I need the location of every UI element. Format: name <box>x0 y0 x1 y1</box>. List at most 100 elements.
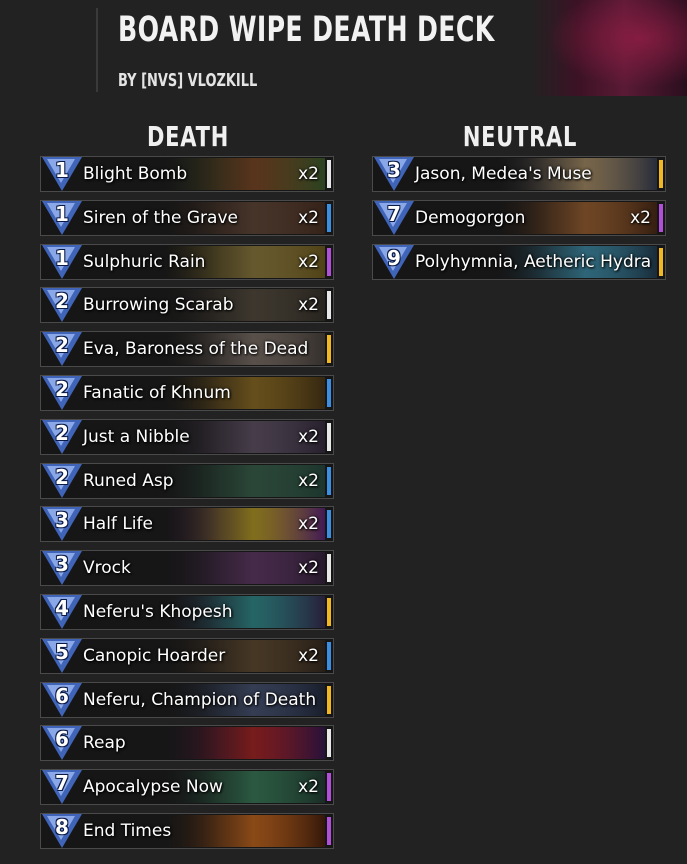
rarity-indicator <box>327 422 331 451</box>
card-row[interactable]: 2 Just a Nibble x2 <box>40 418 334 455</box>
card-row[interactable]: 3 Half Life x2 <box>40 506 334 543</box>
rarity-indicator <box>659 203 663 232</box>
card-name: Fanatic of Khnum <box>83 382 231 403</box>
rarity-indicator <box>327 729 331 758</box>
card-cost: 3 <box>55 508 69 533</box>
card-cost: 7 <box>387 201 401 226</box>
header-banner-image <box>531 0 687 96</box>
deck-header: BOARD WIPE DEATH DECK BY [NVS] VLOZKILL <box>0 0 687 100</box>
rarity-indicator <box>327 203 331 232</box>
card-name: End Times <box>83 820 172 841</box>
rarity-indicator <box>327 597 331 626</box>
card-row[interactable]: 3 Jason, Medea's Muse <box>372 156 666 192</box>
card-quantity: x2 <box>298 164 319 184</box>
card-row[interactable]: 7 Demogorgon x2 <box>372 199 666 236</box>
card-quantity: x2 <box>298 558 319 579</box>
card-quantity: x2 <box>298 207 319 228</box>
card-name: Apocalypse Now <box>83 777 223 798</box>
card-name: Siren of the Grave <box>83 207 238 228</box>
card-row[interactable]: 1 Blight Bomb x2 <box>40 156 334 192</box>
card-name: Reap <box>83 733 126 754</box>
card-cost: 7 <box>55 771 69 796</box>
card-cost: 8 <box>55 814 69 839</box>
neutral-card-list: 3 Jason, Medea's Muse 7 Demogorgon x2 9 Polyhy… <box>372 156 668 280</box>
card-name: Jason, Medea's Muse <box>415 164 592 184</box>
card-name: Burrowing Scarab <box>83 295 234 316</box>
header-divider <box>96 8 98 92</box>
card-name: Vrock <box>83 558 131 579</box>
card-row[interactable]: 6 Reap <box>40 725 334 762</box>
rarity-indicator <box>327 291 331 320</box>
card-cost: 3 <box>387 158 401 182</box>
card-cost: 1 <box>55 158 69 182</box>
rarity-indicator <box>659 247 663 276</box>
card-cost: 2 <box>55 289 69 314</box>
card-cost: 4 <box>55 595 69 620</box>
card-art-image <box>165 727 325 760</box>
rarity-indicator <box>327 510 331 539</box>
card-row[interactable]: 2 Burrowing Scarab x2 <box>40 287 334 324</box>
death-column: DEATH 1 Blight Bomb x2 1 Siren of the Grave x… <box>40 118 336 857</box>
rarity-indicator <box>327 466 331 495</box>
neutral-heading: NEUTRAL <box>462 120 578 153</box>
card-cost: 5 <box>55 639 69 664</box>
card-quantity: x2 <box>298 645 319 666</box>
neutral-column: NEUTRAL 3 Jason, Medea's Muse 7 Demogorgon x… <box>372 118 668 287</box>
card-name: Canopic Hoarder <box>83 645 226 666</box>
card-row[interactable]: 9 Polyhymnia, Aetheric Hydra <box>372 243 666 280</box>
card-quantity: x2 <box>298 514 319 535</box>
card-quantity: x2 <box>630 207 651 228</box>
rarity-indicator <box>327 773 331 802</box>
card-cost: 3 <box>55 552 69 577</box>
card-row[interactable]: 1 Siren of the Grave x2 <box>40 199 334 236</box>
rarity-indicator <box>327 554 331 583</box>
rarity-indicator <box>327 816 331 845</box>
card-name: Neferu's Khopesh <box>83 601 233 622</box>
card-name: Half Life <box>83 514 153 535</box>
card-row[interactable]: 4 Neferu's Khopesh <box>40 593 334 630</box>
card-cost: 2 <box>55 464 69 489</box>
card-name: Eva, Baroness of the Dead <box>83 339 309 360</box>
card-row[interactable]: 1 Sulphuric Rain x2 <box>40 243 334 280</box>
rarity-indicator <box>327 247 331 276</box>
card-row[interactable]: 2 Eva, Baroness of the Dead <box>40 331 334 368</box>
death-heading: DEATH <box>146 120 230 153</box>
deck-author: BY [NVS] VLOZKILL <box>118 70 258 91</box>
card-row[interactable]: 6 Neferu, Champion of Death <box>40 681 334 718</box>
card-row[interactable]: 2 Runed Asp x2 <box>40 462 334 499</box>
death-card-list: 1 Blight Bomb x2 1 Siren of the Grave x2 1 Sulp… <box>40 156 336 849</box>
rarity-indicator <box>327 641 331 670</box>
deck-title: BOARD WIPE DEATH DECK <box>118 10 495 50</box>
card-name: Blight Bomb <box>83 164 188 184</box>
card-art-image <box>165 814 325 847</box>
card-quantity: x2 <box>298 426 319 447</box>
card-name: Sulphuric Rain <box>83 251 206 272</box>
card-name: Polyhymnia, Aetheric Hydra <box>415 251 652 272</box>
card-row[interactable]: 5 Canopic Hoarder x2 <box>40 637 334 674</box>
card-row[interactable]: 8 End Times <box>40 812 334 849</box>
card-cost: 1 <box>55 245 69 270</box>
rarity-indicator <box>327 685 331 714</box>
rarity-indicator <box>327 335 331 364</box>
card-name: Just a Nibble <box>83 426 190 447</box>
card-quantity: x2 <box>298 295 319 316</box>
card-name: Runed Asp <box>83 470 174 491</box>
card-row[interactable]: 2 Fanatic of Khnum <box>40 374 334 411</box>
rarity-indicator <box>327 378 331 407</box>
card-cost: 6 <box>55 683 69 708</box>
card-quantity: x2 <box>298 470 319 491</box>
card-cost: 2 <box>55 376 69 401</box>
card-row[interactable]: 7 Apocalypse Now x2 <box>40 769 334 806</box>
card-cost: 2 <box>55 333 69 358</box>
card-quantity: x2 <box>298 251 319 272</box>
card-name: Neferu, Champion of Death <box>83 689 317 710</box>
card-row[interactable]: 3 Vrock x2 <box>40 550 334 587</box>
rarity-indicator <box>327 160 331 188</box>
card-cost: 9 <box>387 245 401 270</box>
card-quantity: x2 <box>298 777 319 798</box>
card-cost: 1 <box>55 201 69 226</box>
rarity-indicator <box>659 160 663 188</box>
card-cost: 2 <box>55 420 69 445</box>
card-name: Demogorgon <box>415 207 526 228</box>
card-cost: 6 <box>55 727 69 752</box>
